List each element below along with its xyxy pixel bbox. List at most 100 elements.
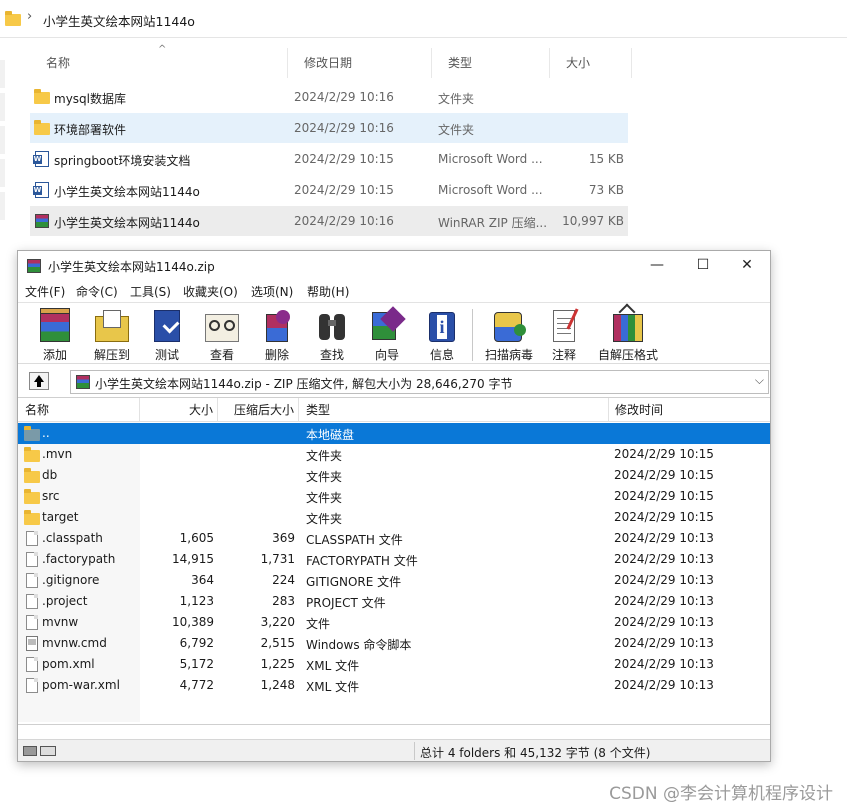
archive-file-size: 14,915 [172,552,214,566]
archive-file-row[interactable]: mvnw.cmd 6,792 2,515 Windows 命令脚本 2024/2/29 … [18,633,770,654]
extract-folder-icon [91,306,133,344]
archive-file-type: 本地磁盘 [306,428,355,442]
archive-file-type: XML 文件 [306,680,360,694]
maximize-button[interactable]: ☐ [680,251,726,280]
archive-path-bar: 小学生英文绘本网站1144o.zip - ZIP 压缩文件, 解包大小为 28,… [18,366,770,396]
archive-file-row[interactable]: src 文件夹 2024/2/29 10:15 [18,486,770,507]
explorer-file-row[interactable]: 环境部署软件 2024/2/29 10:16 文件夹 [30,113,628,143]
column-header-size[interactable]: 大小 [550,48,632,78]
archive-file-row[interactable]: db 文件夹 2024/2/29 10:15 [18,465,770,486]
archive-file-type: PROJECT 文件 [306,596,386,610]
archive-file-size: 10,389 [172,615,214,629]
archive-path-text: 小学生英文绘本网站1144o.zip - ZIP 压缩文件, 解包大小为 28,… [95,377,513,391]
file-date: 2024/2/29 10:15 [294,183,394,197]
archive-file-packed-size: 369 [272,531,295,545]
word-doc-icon [33,151,50,167]
archive-file-row[interactable]: pom-war.xml 4,772 1,248 XML 文件 2024/2/29 10:… [18,675,770,696]
menu-help[interactable]: 帮助(H) [307,283,349,300]
menu-commands[interactable]: 命令(C) [76,283,118,300]
winrar-archive-icon [34,213,50,229]
menu-tools[interactable]: 工具(S) [130,283,171,300]
breadcrumb[interactable]: 小学生英文绘本网站1144o [43,11,195,30]
add-button[interactable]: 添加 [27,306,83,363]
comment-icon [543,306,585,344]
archive-file-type: 文件 [306,617,331,631]
find-button[interactable]: 查找 [304,306,360,363]
test-button[interactable]: 测试 [139,306,195,363]
archive-file-row[interactable]: .. 本地磁盘 [18,423,770,444]
info-icon: i [421,306,463,344]
file-size: 10,997 KB [562,214,624,228]
status-bar: 总计 4 folders 和 45,132 字节 (8 个文件) [18,739,770,761]
info-button[interactable]: i 信息 [414,306,470,363]
explorer-column-headers: 名称 修改日期 类型 大小 [30,48,632,78]
menu-options[interactable]: 选项(N) [251,283,293,300]
breadcrumb-chevron-icon[interactable]: › [27,9,32,24]
archive-file-row[interactable]: .classpath 1,605 369 CLASSPATH 文件 2024/2/29 … [18,528,770,549]
explorer-file-row[interactable]: springboot环境安装文档 2024/2/29 10:15 Microsoft… [30,144,628,174]
archive-file-name: .factorypath [42,552,116,566]
sfx-button[interactable]: 自解压格式 [596,303,660,363]
column-header-date[interactable]: 修改日期 [288,48,432,78]
chevron-down-icon[interactable]: ⌵ [755,373,764,388]
extract-to-button[interactable]: 解压到 [84,306,140,363]
up-one-level-button[interactable] [29,372,49,390]
archive-file-row[interactable]: mvnw 10,389 3,220 文件 2024/2/29 10:13 [18,612,770,633]
menu-favorites[interactable]: 收藏夹(O) [183,283,238,300]
archive-file-row[interactable]: .mvn 文件夹 2024/2/29 10:15 [18,444,770,465]
archive-path-dropdown[interactable]: 小学生英文绘本网站1144o.zip - ZIP 压缩文件, 解包大小为 28,… [70,370,769,394]
archive-file-size: 5,172 [179,657,214,671]
archive-file-row[interactable]: .project 1,123 283 PROJECT 文件 2024/2/29 10:1… [18,591,770,612]
file-icon [24,615,40,630]
column-header-packed-size[interactable]: 压缩后大小 [218,398,299,422]
explorer-file-row[interactable]: 小学生英文绘本网站1144o 2024/2/29 10:16 WinRAR ZIP … [30,206,628,236]
horizontal-scrollbar[interactable] [32,724,572,725]
archive-file-size: 4,772 [179,678,214,692]
archive-file-row[interactable]: pom.xml 5,172 1,225 XML 文件 2024/2/29 10:13 [18,654,770,675]
archive-file-type: FACTORYPATH 文件 [306,554,418,568]
virus-scan-icon [488,306,530,344]
menu-file[interactable]: 文件(F) [25,283,65,300]
explorer-file-row[interactable]: mysql数据库 2024/2/29 10:16 文件夹 [30,82,628,112]
column-header-type[interactable]: 类型 [432,48,550,78]
file-name: 小学生英文绘本网站1144o [54,216,200,230]
wizard-icon [366,306,408,344]
column-header-modified[interactable]: 修改时间 [609,398,770,422]
column-header-name[interactable]: 名称 [30,48,288,78]
archive-file-row[interactable]: .gitignore 364 224 GITIGNORE 文件 2024/2/29 10… [18,570,770,591]
archive-file-type: GITIGNORE 文件 [306,575,402,589]
file-name: 小学生英文绘本网站1144o [54,185,200,199]
file-icon [24,552,40,567]
folder-icon [24,468,40,483]
folder-icon [24,447,40,462]
column-header-size[interactable]: 大小 [140,398,218,422]
minimize-button[interactable]: — [634,251,680,280]
explorer-file-row[interactable]: 小学生英文绘本网站1144o 2024/2/29 10:15 Microsoft W… [30,175,628,205]
explorer-address-bar: › 小学生英文绘本网站1144o [0,0,847,38]
archive-file-row[interactable]: .factorypath 14,915 1,731 FACTORYPATH 文件 202… [18,549,770,570]
close-button[interactable]: ✕ [724,251,770,280]
sfx-archive-icon [607,303,649,344]
winrar-archive-icon [75,374,91,390]
folder-icon [24,489,40,504]
archive-file-modified: 2024/2/29 10:15 [614,489,714,503]
file-date: 2024/2/29 10:16 [294,121,394,135]
archive-file-modified: 2024/2/29 10:13 [614,531,714,545]
column-header-name[interactable]: 名称 [18,398,140,422]
scan-virus-button[interactable]: 扫描病毒 [478,306,540,363]
title-bar[interactable]: 小学生英文绘本网站1144o.zip — ☐ ✕ [18,251,770,280]
archive-file-name: mvnw [42,615,79,629]
column-header-type[interactable]: 类型 [299,398,609,422]
file-icon [24,573,40,588]
file-list: ^ 名称 大小 压缩后大小 类型 修改时间 .. 本地磁盘 .mvn 文件夹 2024/… [18,397,770,725]
file-type: Microsoft Word ... [438,152,543,166]
drive-icon[interactable] [23,744,59,758]
archive-file-size: 364 [191,573,214,587]
view-button[interactable]: 查看 [194,306,250,363]
csdn-watermark: CSDN @李会计算机程序设计 [609,784,833,804]
archive-file-size: 1,605 [179,531,214,545]
delete-button[interactable]: 删除 [249,306,305,363]
comment-button[interactable]: 注释 [536,306,592,363]
wizard-button[interactable]: 向导 [359,306,415,363]
archive-file-row[interactable]: target 文件夹 2024/2/29 10:15 [18,507,770,528]
